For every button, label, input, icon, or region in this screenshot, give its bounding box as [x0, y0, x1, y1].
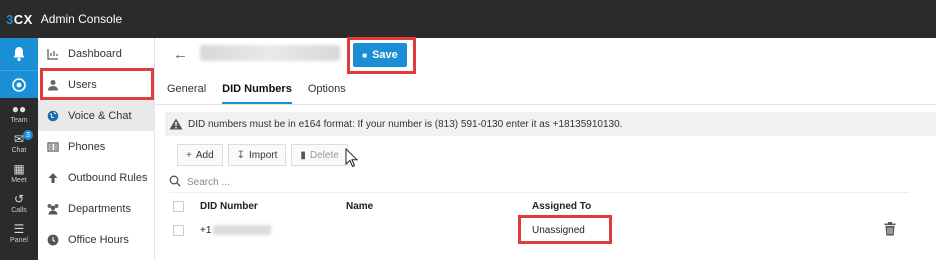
sidebar-item-departments[interactable]: Departments	[38, 193, 155, 224]
tab-options[interactable]: Options	[308, 78, 346, 104]
notifications-button[interactable]	[0, 38, 38, 70]
sidebar-item-phones[interactable]: Phones	[38, 131, 155, 162]
rail-label: Team	[10, 116, 28, 124]
rail-label: Chat	[11, 146, 27, 154]
bell-icon	[13, 47, 25, 62]
rail-label: Calls	[11, 206, 27, 214]
departments-icon	[46, 202, 60, 216]
column-header-did-number[interactable]: DID Number	[200, 201, 346, 212]
panel-icon: ☰	[13, 221, 25, 236]
trash-icon[interactable]	[884, 222, 896, 236]
page-title-redacted	[200, 45, 340, 61]
did-number-prefix: +1	[200, 224, 212, 236]
warning-icon	[169, 118, 183, 130]
highlight-unassigned	[518, 215, 612, 244]
sidebar-item-label: Outbound Rules	[68, 171, 148, 184]
logo-prefix: 3	[6, 11, 14, 27]
tab-bar: General DID Numbers Options	[167, 78, 362, 104]
delete-button[interactable]: ▮ Delete	[291, 144, 348, 166]
delete-button-label: Delete	[309, 149, 339, 161]
add-button-label: Add	[195, 149, 214, 161]
search-icon	[169, 175, 181, 190]
globe-icon	[46, 109, 60, 123]
rail-label: Panel	[10, 236, 28, 244]
column-header-assigned-to[interactable]: Assigned To	[532, 201, 682, 212]
import-button-label: Import	[249, 149, 278, 161]
sidebar-item-label: Phones	[68, 140, 106, 153]
top-bar: 3CX Admin Console	[0, 0, 936, 38]
logo-suffix: CX	[13, 11, 33, 27]
clock-icon	[46, 233, 60, 247]
sidebar-item-office-hours[interactable]: Office Hours	[38, 224, 155, 255]
highlight-users	[40, 68, 154, 100]
phone-icon	[46, 140, 60, 154]
team-icon: ●●	[11, 101, 27, 116]
sidebar-item-outbound-rules[interactable]: Outbound Rules	[38, 162, 155, 193]
calls-icon: ↺	[13, 191, 25, 206]
back-arrow-icon[interactable]: ←	[173, 46, 188, 63]
row-checkbox[interactable]	[173, 224, 184, 236]
rail-label: Meet	[11, 176, 27, 184]
rail-item-meet[interactable]: ▦ Meet	[0, 158, 38, 188]
plus-icon: +	[186, 149, 192, 161]
trash-small-icon: ▮	[300, 149, 306, 161]
tab-divider	[155, 104, 936, 105]
import-button[interactable]: ↧ Import	[227, 144, 287, 166]
tab-general[interactable]: General	[167, 78, 206, 104]
sidebar-item-label: Voice & Chat	[68, 109, 132, 122]
web-client-button[interactable]	[0, 70, 38, 98]
sidebar-item-label: Office Hours	[68, 233, 129, 246]
meet-icon: ▦	[13, 161, 25, 176]
format-notice: DID numbers must be in e164 format: If y…	[165, 112, 936, 136]
import-icon: ↧	[236, 149, 246, 161]
select-all-checkbox[interactable]	[173, 200, 184, 212]
did-number-cell: +1	[200, 225, 346, 236]
sidebar-item-dashboard[interactable]: Dashboard	[38, 38, 155, 69]
sidebar-item-label: Dashboard	[68, 47, 122, 60]
dashboard-icon	[46, 47, 60, 61]
tab-did-numbers[interactable]: DID Numbers	[222, 78, 292, 104]
chrome-icon	[12, 77, 26, 92]
left-rail: ●● Team ✉ Chat 3 ▦ Meet ↺ Calls ☰ Panel	[0, 38, 38, 260]
table-header: DID Number Name Assigned To	[173, 196, 913, 216]
search-bar	[169, 173, 909, 193]
mouse-cursor-icon	[345, 148, 359, 168]
rail-item-calls[interactable]: ↺ Calls	[0, 188, 38, 218]
highlight-save	[347, 37, 416, 74]
rail-item-panel[interactable]: ☰ Panel	[0, 218, 38, 248]
column-header-name[interactable]: Name	[346, 201, 532, 212]
sidebar-item-label: Departments	[68, 202, 131, 215]
rail-item-chat[interactable]: ✉ Chat 3	[0, 128, 38, 158]
chat-badge: 3	[23, 130, 33, 140]
add-button[interactable]: + Add	[177, 144, 223, 166]
rail-item-team[interactable]: ●● Team	[0, 98, 38, 128]
arrow-up-icon	[46, 171, 60, 185]
app-title: Admin Console	[40, 12, 123, 26]
search-input[interactable]	[187, 177, 487, 188]
sidebar-item-voice-chat[interactable]: Voice & Chat	[38, 100, 155, 131]
did-number-redacted	[213, 224, 272, 235]
notice-text: DID numbers must be in e164 format: If y…	[188, 118, 623, 130]
did-toolbar: + Add ↧ Import ▮ Delete	[177, 144, 353, 166]
app-logo[interactable]: 3CX	[6, 12, 33, 27]
